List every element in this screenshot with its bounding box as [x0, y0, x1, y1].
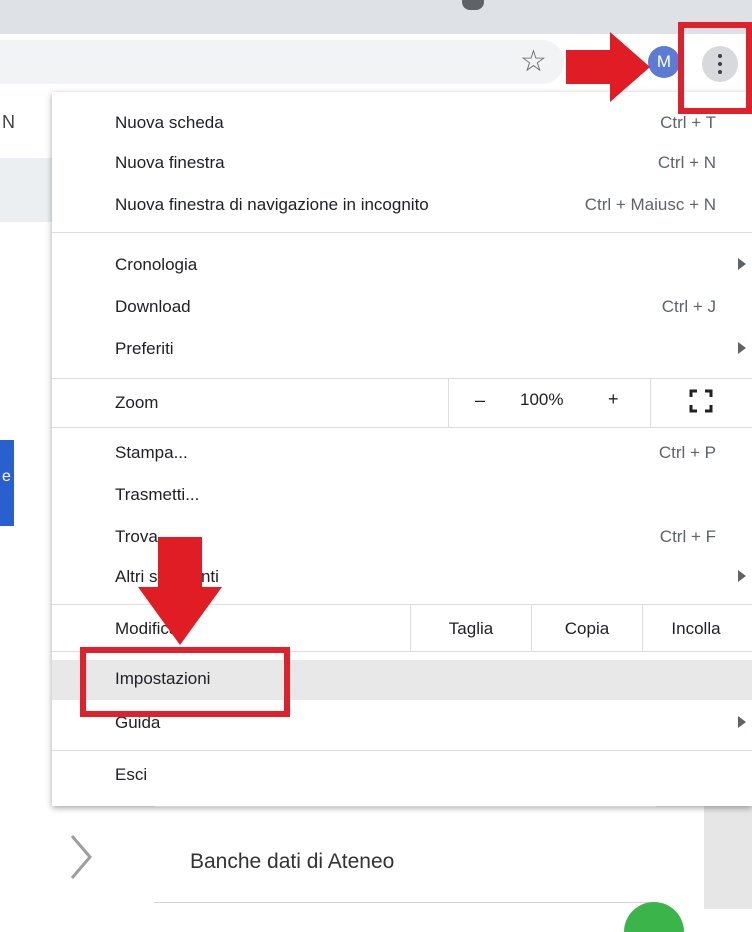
menu-item-incognito-window[interactable]: Nuova finestra di navigazione in incogni… — [52, 186, 752, 224]
highlight-box-settings — [80, 647, 290, 717]
menu-item-shortcut: Ctrl + T — [660, 113, 716, 132]
page-left-letter: N — [2, 112, 15, 132]
submenu-arrow-icon — [738, 342, 746, 354]
zoom-in-button[interactable]: + — [608, 389, 619, 410]
menu-item-downloads[interactable]: Download Ctrl + J — [52, 288, 752, 326]
copy-button[interactable]: Copia — [532, 619, 642, 639]
zoom-level: 100% — [520, 390, 564, 409]
page-left-blue-tab[interactable]: e — [0, 440, 14, 526]
menu-item-label: Trasmetti... — [115, 485, 200, 504]
menu-item-label: Nuova scheda — [115, 113, 224, 132]
paste-button[interactable]: Incolla — [643, 619, 749, 639]
page-left-blue-letter: e — [2, 468, 11, 485]
menu-item-label: Esci — [115, 765, 148, 784]
menu-item-new-tab[interactable]: Nuova scheda Ctrl + T — [52, 104, 752, 142]
menu-item-label: Nuova finestra — [115, 153, 225, 172]
menu-item-new-window[interactable]: Nuova finestra Ctrl + N — [52, 144, 752, 182]
menu-item-label: Nuova finestra di navigazione in incogni… — [115, 195, 429, 214]
page-left-grey-block — [0, 158, 52, 222]
submenu-arrow-icon — [738, 716, 746, 728]
menu-item-shortcut: Ctrl + P — [658, 443, 716, 462]
list-divider — [154, 806, 656, 807]
zoom-label: Zoom — [115, 393, 159, 412]
zoom-divider — [448, 379, 449, 427]
menu-item-label: Cronologia — [115, 255, 198, 274]
highlight-box-menu-button — [678, 22, 752, 114]
red-arrow-right-icon — [566, 32, 650, 102]
address-bar[interactable] — [0, 40, 564, 84]
menu-item-shortcut: Ctrl + Maiusc + N — [584, 195, 716, 214]
menu-item-label: Preferiti — [115, 339, 174, 358]
submenu-arrow-icon — [738, 258, 746, 270]
menu-separator — [52, 378, 752, 379]
menu-item-label: Stampa... — [115, 443, 188, 462]
star-icon[interactable]: ☆ — [520, 44, 547, 80]
link-banche-dati[interactable]: Banche dati di Ateneo — [190, 850, 394, 874]
menu-row-zoom: Zoom — [52, 384, 752, 422]
tab-edge — [462, 0, 484, 10]
menu-item-print[interactable]: Stampa... Ctrl + P — [52, 434, 752, 472]
menu-separator — [52, 232, 752, 233]
menu-item-label: Download — [115, 297, 191, 316]
red-arrow-down-icon — [138, 537, 222, 645]
cut-button[interactable]: Taglia — [411, 619, 531, 639]
menu-item-exit[interactable]: Esci — [52, 756, 752, 794]
profile-avatar[interactable]: M — [648, 46, 680, 78]
zoom-divider — [650, 379, 651, 427]
submenu-arrow-icon — [738, 570, 746, 582]
list-divider — [154, 902, 656, 903]
menu-separator — [52, 750, 752, 751]
menu-item-bookmarks[interactable]: Preferiti — [52, 330, 752, 368]
tab-strip — [0, 0, 752, 34]
menu-item-shortcut: Ctrl + J — [661, 297, 716, 316]
menu-item-shortcut: Ctrl + F — [659, 527, 716, 546]
menu-separator — [52, 427, 752, 428]
menu-item-shortcut: Ctrl + N — [657, 153, 716, 172]
menu-item-history[interactable]: Cronologia — [52, 246, 752, 284]
fullscreen-icon[interactable] — [689, 389, 713, 413]
menu-item-cast[interactable]: Trasmetti... — [52, 476, 752, 514]
chevron-right-icon[interactable] — [66, 832, 96, 882]
zoom-out-button[interactable]: – — [475, 390, 485, 411]
green-badge — [624, 902, 684, 932]
page-links-section: Banche dati di Ateneo — [52, 806, 704, 932]
